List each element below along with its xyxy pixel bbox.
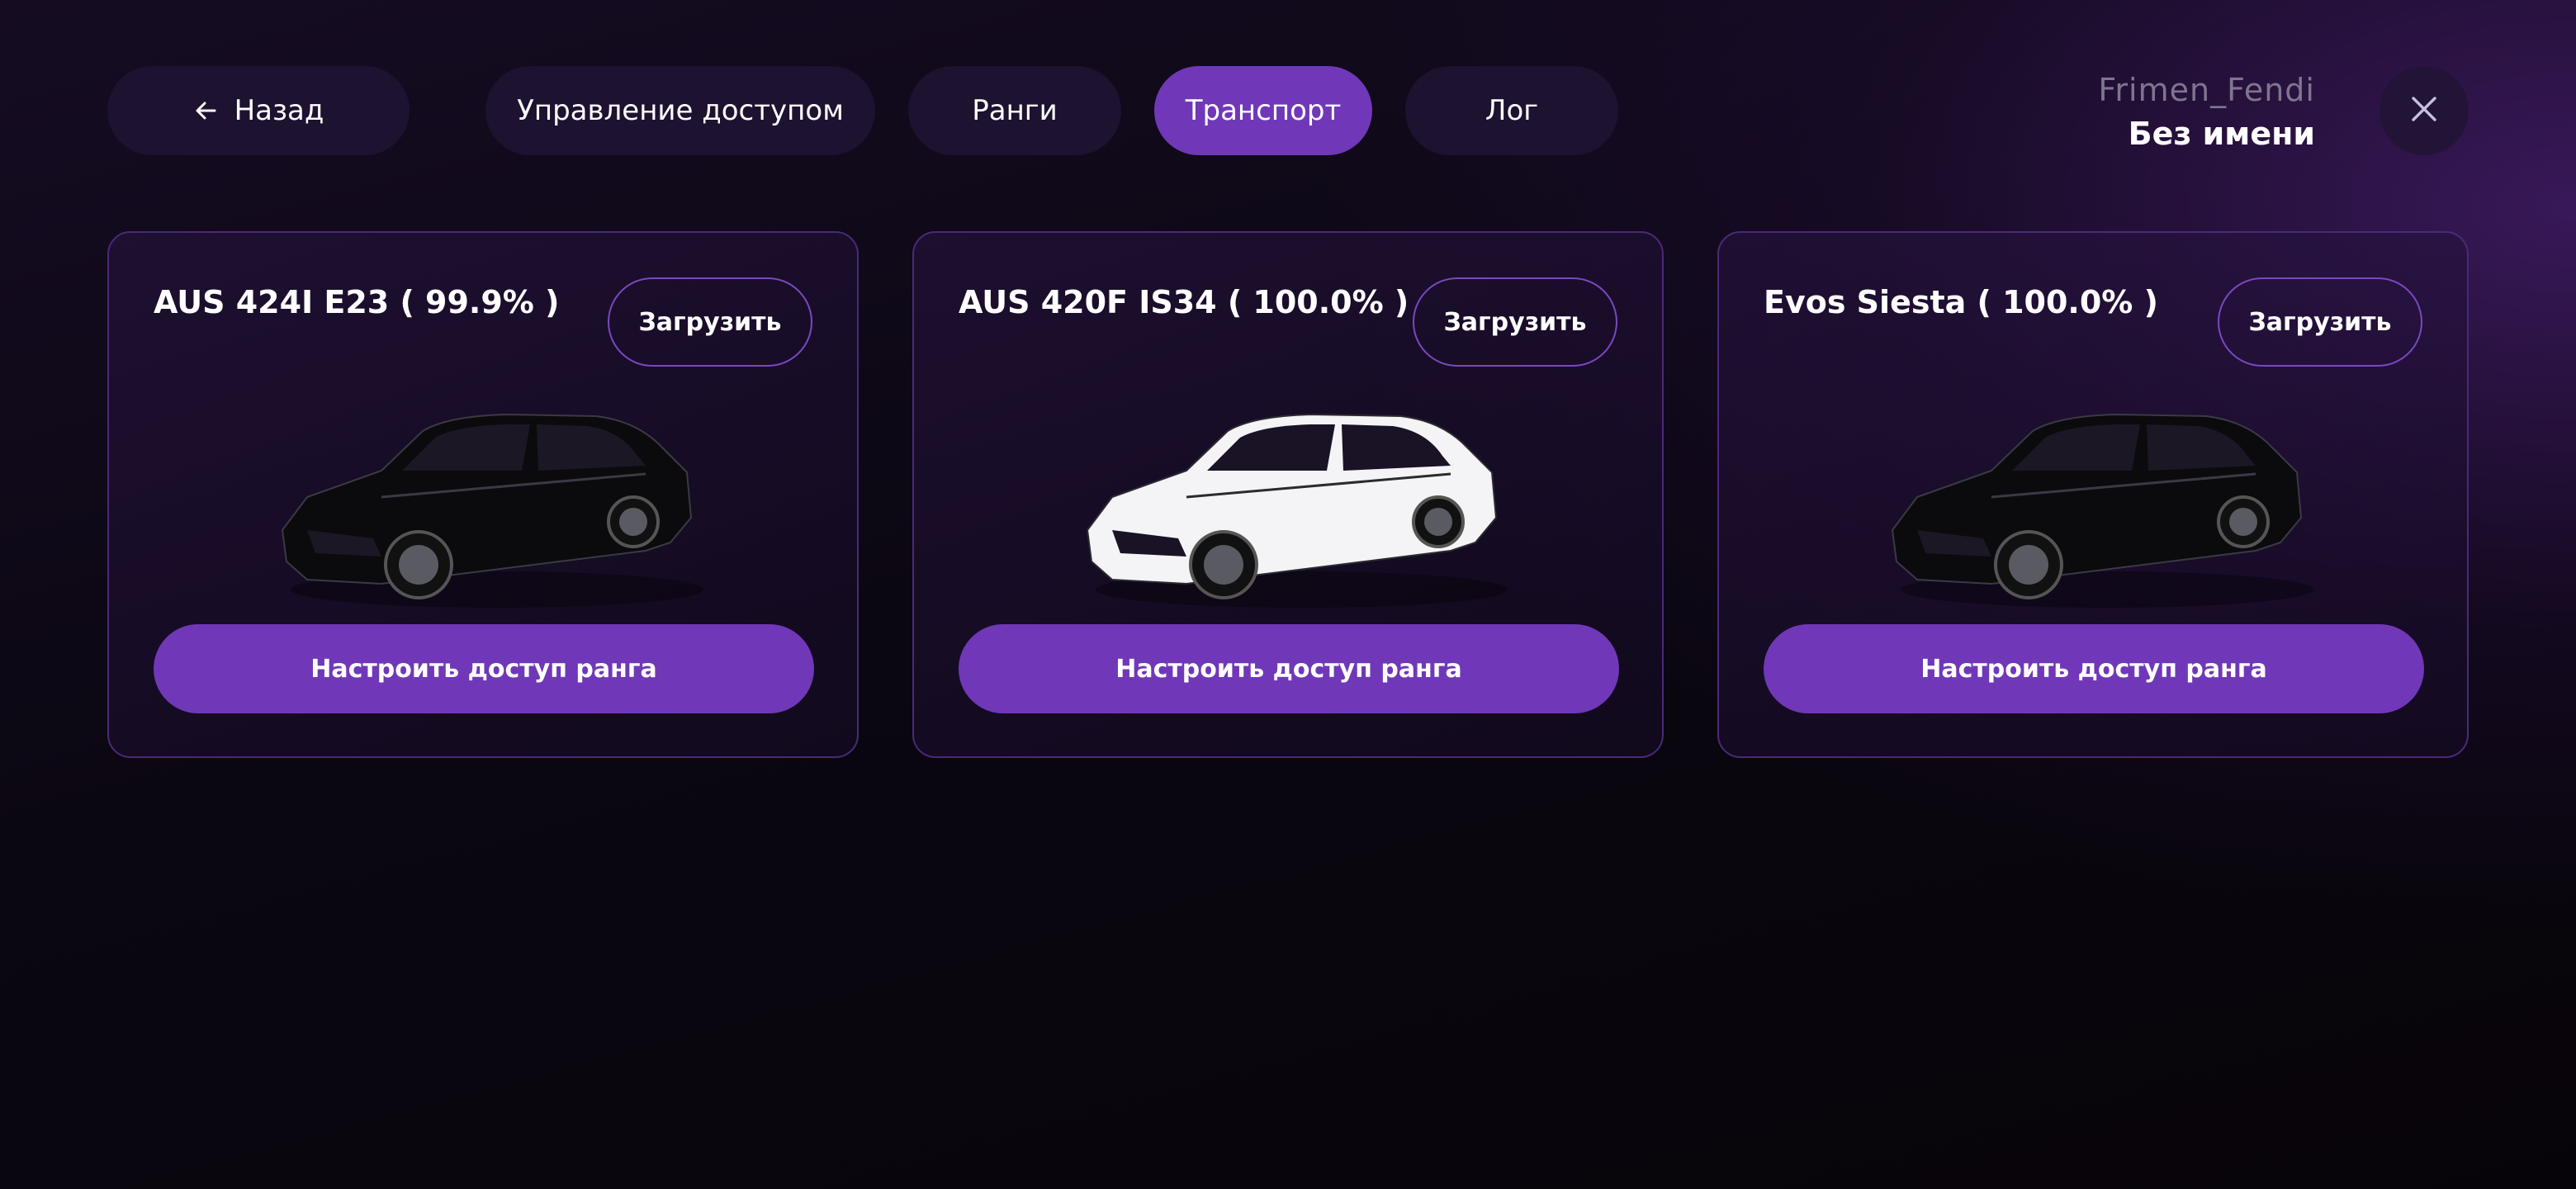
car-icon: [1086, 413, 1508, 608]
car-icon: [1891, 413, 2313, 608]
user-info: Frimen_Fendi Без имени: [2098, 69, 2315, 157]
tab-transport[interactable]: Транспорт: [1154, 66, 1372, 155]
username: Frimen_Fendi: [2098, 72, 2315, 108]
load-button-label: Загрузить: [2248, 307, 2392, 337]
close-icon: [2409, 94, 2439, 127]
tab-ranks[interactable]: Ранги: [908, 66, 1121, 155]
vehicle-name: AUS 420F IS34 ( 100.0% ): [959, 284, 1409, 320]
configure-button-label: Настроить доступ ранга: [310, 654, 657, 684]
configure-button-label: Настроить доступ ранга: [1115, 654, 1462, 684]
tab-label: Транспорт: [1185, 94, 1342, 127]
tab-label: Лог: [1485, 94, 1539, 127]
group-name: Без имени: [2128, 116, 2315, 152]
configure-rank-access-button[interactable]: Настроить доступ ранга: [959, 624, 1619, 713]
configure-button-label: Настроить доступ ранга: [1920, 654, 2267, 684]
car-icon: [281, 413, 703, 608]
load-button[interactable]: Загрузить: [1413, 277, 1617, 367]
vehicle-card: Evos Siesta ( 100.0% ) Загрузить Настрои…: [1717, 231, 2469, 758]
vehicle-name: Evos Siesta ( 100.0% ): [1764, 284, 2158, 320]
tab-log[interactable]: Лог: [1405, 66, 1618, 155]
tab-access-management[interactable]: Управление доступом: [485, 66, 875, 155]
load-button-label: Загрузить: [638, 307, 782, 337]
tab-label: Управление доступом: [517, 94, 844, 127]
configure-rank-access-button[interactable]: Настроить доступ ранга: [154, 624, 814, 713]
vehicle-name: AUS 424I E23 ( 99.9% ): [154, 284, 560, 320]
vehicle-card: AUS 420F IS34 ( 100.0% ) Загрузить Настр…: [912, 231, 1664, 758]
back-button[interactable]: Назад: [107, 66, 410, 155]
load-button[interactable]: Загрузить: [608, 277, 812, 367]
arrow-left-icon: [193, 98, 218, 123]
tab-label: Ранги: [972, 94, 1058, 127]
vehicle-card: AUS 424I E23 ( 99.9% ) Загрузить Настрои…: [107, 231, 859, 758]
configure-rank-access-button[interactable]: Настроить доступ ранга: [1764, 624, 2424, 713]
load-button[interactable]: Загрузить: [2218, 277, 2422, 367]
close-button[interactable]: [2379, 66, 2469, 155]
load-button-label: Загрузить: [1443, 307, 1587, 337]
back-button-label: Назад: [234, 94, 324, 127]
